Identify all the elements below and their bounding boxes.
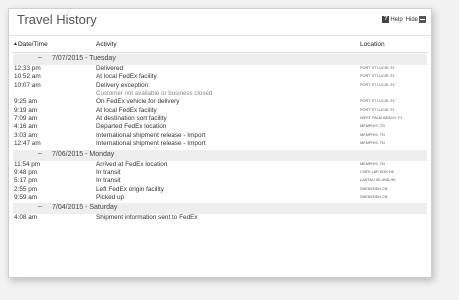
panel-title: Travel History [17, 12, 97, 27]
event-time: 3:03 am [14, 131, 38, 139]
event-location: WEST PALM BEACH, FL [360, 115, 403, 120]
table-row: 7:09 am At destination sort facility WEST … [13, 115, 427, 123]
column-header-row: ▲Date/Time Activity Location [13, 36, 427, 53]
event-time: 4:08 am [14, 214, 38, 222]
table-row: 9:59 am Picked up SHENZHEN CN [13, 194, 427, 202]
table-row: 10:52 am At local FedEx facility PORT ST L… [13, 73, 427, 81]
hide-button[interactable]: Hide [406, 16, 426, 23]
minimize-icon [419, 16, 426, 23]
table-row: 3:03 am International shipment release - … [13, 132, 427, 140]
activity-column-header: Activity [96, 41, 117, 48]
event-activity: In transit [96, 177, 121, 185]
table-row: 9:19 am At local FedEx facility PORT ST LU… [13, 107, 427, 115]
table-row: 2:55 pm Left FedEx origin facility SHENZHE… [13, 186, 427, 194]
event-note-row: Customer not available or business close… [13, 90, 427, 98]
table-row: 10:07 am Delivery exception PORT ST LUCIE,… [13, 82, 427, 90]
table-row: 5:17 pm In transit LANTAU ISLAND HK [13, 177, 427, 185]
event-time: 5:17 pm [14, 177, 38, 185]
event-activity: Picked up [96, 194, 125, 202]
date-time-header-label: Date/Time [17, 41, 48, 48]
event-activity: Shipment information sent to FedEx [96, 214, 198, 222]
date-group-header[interactable]: – 7/07/2015 - Tuesday [13, 54, 427, 65]
event-activity: Delivery exception [96, 81, 149, 89]
help-icon: ? [382, 16, 390, 23]
event-activity: Departed FedEx location [96, 123, 167, 131]
event-activity: At local FedEx facility [96, 73, 157, 81]
event-location: PORT ST LUCIE, FL [360, 74, 396, 79]
event-location: CHEK LAP KOK HK [360, 169, 395, 174]
event-time: 9:59 am [14, 194, 38, 202]
event-location: PORT ST LUCIE, FL [360, 82, 396, 87]
event-activity: At destination sort facility [96, 114, 167, 122]
event-activity: Delivered [96, 65, 123, 72]
event-activity: International shipment release - Import [96, 131, 206, 139]
event-time: 7:09 am [14, 114, 38, 122]
event-time: 4:16 am [14, 123, 38, 131]
event-location: SHENZHEN CN [360, 186, 388, 191]
event-time: 10:07 am [14, 81, 41, 89]
event-time: 10:52 am [14, 73, 41, 81]
help-label: Help [390, 16, 403, 23]
event-time: 9:19 am [14, 106, 38, 114]
group-date-label: 7/07/2015 - Tuesday [52, 55, 116, 62]
table-row: 12:47 am International shipment release -… [13, 140, 427, 148]
event-location: SHENZHEN CN [360, 195, 388, 200]
date-group-header[interactable]: – 7/06/2015 - Monday [13, 149, 427, 161]
location-column-header: Location [360, 41, 385, 48]
event-activity: Arrived at FedEx location [96, 160, 168, 168]
event-location: PORT ST LUCIE, FL [360, 99, 396, 104]
event-location: MEMPHIS, TN [360, 132, 385, 137]
event-time: 12:47 am [14, 140, 41, 148]
date-group-header[interactable]: – 7/04/2015 - Saturday [13, 203, 427, 215]
date-time-column-header[interactable]: ▲Date/Time [13, 41, 48, 48]
table-row: 9:48 pm In transit CHEK LAP KOK HK [13, 169, 427, 177]
event-location: MEMPHIS, TN [360, 161, 385, 166]
panel-header: Travel History ? Help Hide [9, 9, 431, 36]
table-row: 11:54 pm Arrived at FedEx location MEMPHIS… [13, 161, 427, 169]
event-time: 11:54 pm [14, 160, 41, 168]
table-row: 12:33 pm Delivered PORT ST LUCIE, FL [13, 65, 427, 73]
collapse-icon[interactable]: – [38, 150, 42, 157]
event-activity: International shipment release - Import [96, 140, 206, 148]
collapse-icon[interactable]: – [38, 54, 42, 61]
travel-history-table: – 7/07/2015 - Tuesday 12:33 pm Delivered POR… [9, 54, 431, 223]
hide-label: Hide [405, 16, 418, 23]
event-activity: Left FedEx origin facility [96, 185, 164, 193]
group-date-label: 7/06/2015 - Monday [52, 150, 115, 158]
table-row: 4:08 am Shipment information sent to FedE… [13, 214, 427, 222]
event-activity: On FedEx vehicle for delivery [96, 98, 180, 106]
event-note: Customer not available or business close… [96, 90, 213, 98]
travel-history-panel: Travel History ? Help Hide ▲Date/Time Ac… [8, 8, 432, 278]
event-time: 12:33 pm [14, 65, 41, 72]
panel-tools: ? Help Hide [382, 16, 426, 23]
event-time: 9:25 am [14, 98, 38, 106]
event-activity: At local FedEx facility [96, 106, 157, 114]
event-location: LANTAU ISLAND HK [360, 178, 396, 183]
event-location: PORT ST LUCIE, FL [360, 66, 396, 70]
group-date-label: 7/04/2015 - Saturday [52, 204, 118, 212]
event-location: PORT ST LUCIE, FL [360, 107, 396, 112]
event-location: MEMPHIS, TN [360, 141, 385, 146]
event-time: 2:55 pm [14, 185, 38, 193]
event-location: MEMPHIS, TN [360, 124, 385, 129]
table-row: 4:16 am Departed FedEx location MEMPHIS, T… [13, 123, 427, 131]
help-button[interactable]: ? Help [382, 16, 403, 23]
collapse-icon[interactable]: – [38, 203, 42, 210]
event-activity: In transit [96, 168, 121, 176]
table-row: 9:25 am On FedEx vehicle for delivery PORT… [13, 98, 427, 106]
event-time: 9:48 pm [14, 168, 38, 176]
